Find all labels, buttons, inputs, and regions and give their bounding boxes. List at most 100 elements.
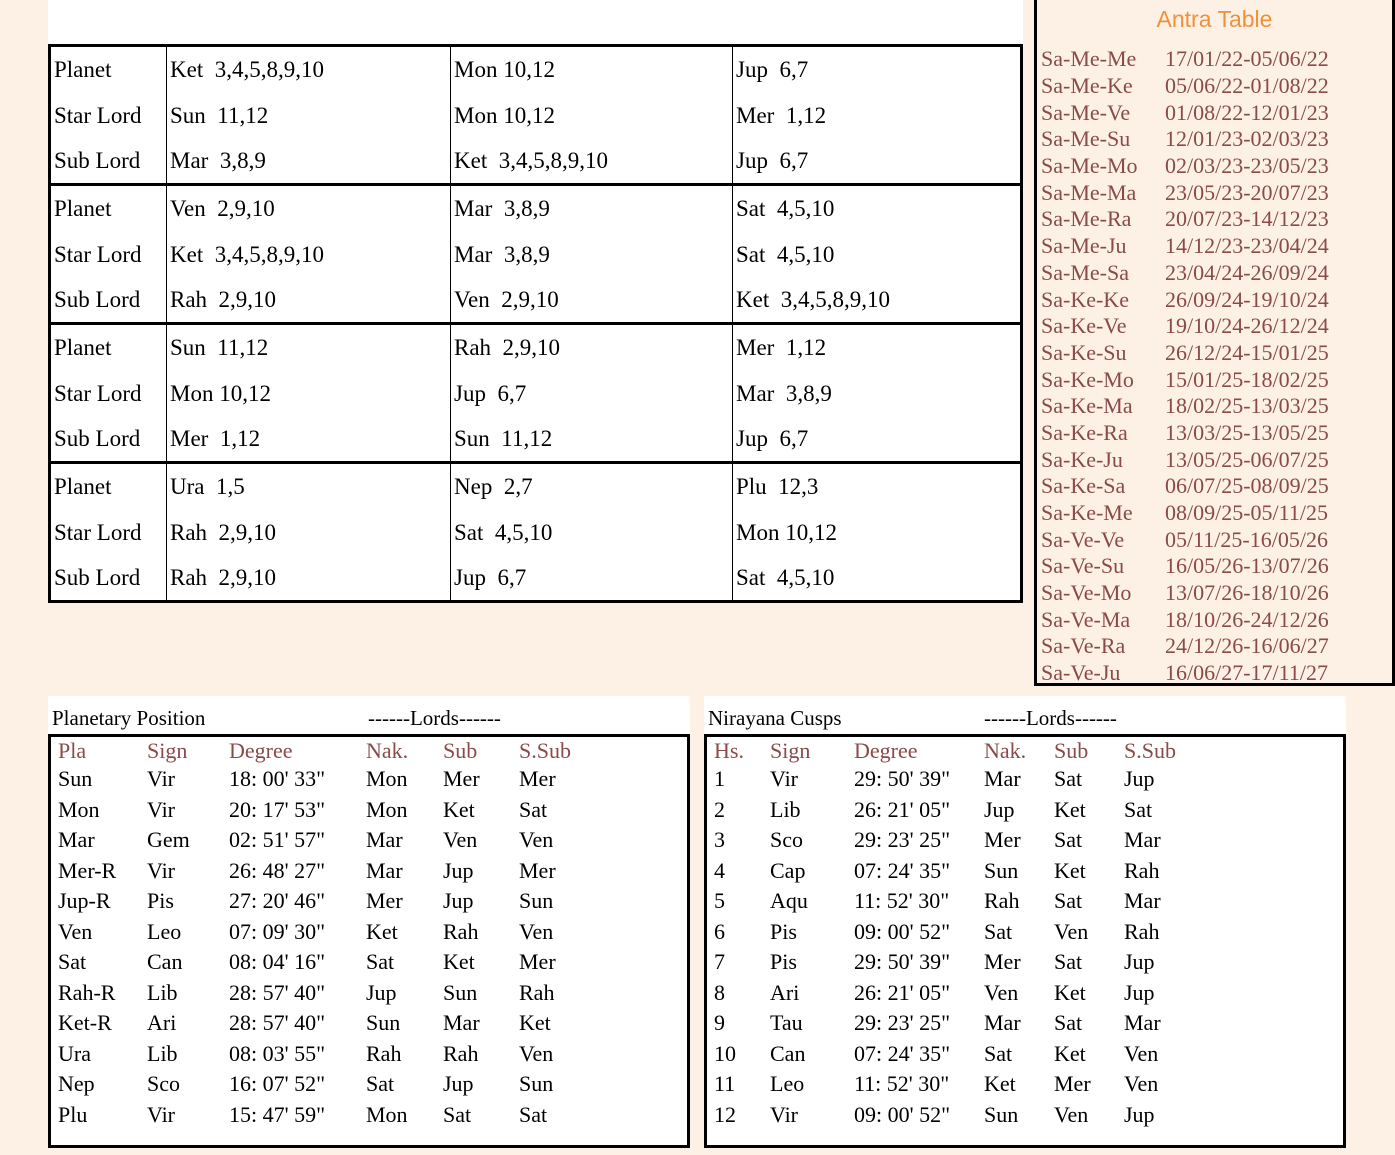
cell-sub-sub: Mer <box>519 766 556 792</box>
significator-cell: Ven 2,9,10 <box>451 278 733 322</box>
antra-period-name: Sa-Me-Ke <box>1041 73 1133 99</box>
cell-planet: Ket-R <box>58 1010 112 1036</box>
antra-period-name: Sa-Ve-Ju <box>1041 660 1121 686</box>
cell-planet: Plu <box>58 1101 88 1127</box>
cell-sign: Lib <box>770 796 801 822</box>
cell-degree: 11: 52' 30" <box>854 888 950 914</box>
cell-sign: Leo <box>770 1071 805 1097</box>
cell-sign: Aqu <box>770 888 808 914</box>
cell-degree: 29: 50' 39" <box>854 766 951 792</box>
table-row: 2 Lib 26: 21' 05" Jup Ket Sat <box>714 795 1343 826</box>
table-row: 5 Aqu 11: 52' 30" Rah Sat Mar <box>714 886 1343 917</box>
cell-sub: Ven <box>443 827 478 853</box>
significator-cell: Sat 4,5,10 <box>736 242 835 267</box>
significator-cell: Mar 3,8,9 <box>451 232 733 278</box>
significator-cell: Nep 2,7 <box>451 464 733 510</box>
significator-block: Planet Ura 1,5 Nep 2,7 Plu 12,3 Star Lord Rah… <box>51 461 1020 600</box>
table-row: Rah-R Lib 28: 57' 40" Jup Sun Rah <box>58 978 687 1009</box>
cell-nakshatra: Mon <box>366 796 408 822</box>
cell-sign: Ari <box>147 1010 177 1036</box>
cell-sub-sub: Mar <box>1124 888 1161 914</box>
significator-row-label: Star Lord <box>51 93 167 139</box>
cell-sub-sub: Mer <box>519 949 556 975</box>
table-row: Sun Vir 18: 00' 33" Mon Mer Mer <box>58 764 687 795</box>
antra-row: Sa-Ke-Ma 18/02/25-13/03/25 <box>1037 393 1392 420</box>
significator-cell: Jup 6,7 <box>451 556 733 600</box>
significator-cell: Sun 11,12 <box>167 93 451 139</box>
antra-period-name: Sa-Me-Mo <box>1041 153 1138 179</box>
cell-degree: 08: 04' 16" <box>229 949 326 975</box>
cell-house: 6 <box>714 918 725 944</box>
cell-degree: 29: 23' 25" <box>854 827 951 853</box>
column-header-sign: Sign <box>770 737 811 763</box>
cell-degree: 29: 50' 39" <box>854 949 951 975</box>
antra-row: Sa-Ve-Ra 24/12/26-16/06/27 <box>1037 633 1392 660</box>
cell-degree: 29: 23' 25" <box>854 1010 951 1036</box>
antra-period-name: Sa-Me-Su <box>1041 126 1131 152</box>
cell-planet: Mer-R <box>58 857 117 883</box>
significator-row: Sub Lord Rah 2,9,10 Jup 6,7 Sat 4,5,10 <box>51 556 1020 600</box>
significator-cell: Mer 1,12 <box>736 103 827 128</box>
antra-row: Sa-Ve-Su 16/05/26-13/07/26 <box>1037 553 1392 580</box>
significator-cell: Ket 3,4,5,8,9,10 <box>451 139 733 183</box>
cell-sub: Rah <box>443 918 479 944</box>
cell-planet: Sun <box>58 766 93 792</box>
antra-period-name: Sa-Ve-Mo <box>1041 580 1132 606</box>
cell-sub: Mer <box>1054 1071 1091 1097</box>
cell-sign: Pis <box>770 949 797 975</box>
cell-nakshatra: Mar <box>984 1010 1021 1036</box>
table-row: 6 Pis 09: 00' 52" Sat Ven Rah <box>714 917 1343 948</box>
cell-sub: Ket <box>1054 979 1086 1005</box>
significator-row: Planet Sun 11,12 Rah 2,9,10 Mer 1,12 <box>51 325 1020 371</box>
column-header-sub: Sub <box>443 737 478 763</box>
significator-row-label: Star Lord <box>51 510 167 556</box>
significator-table: Planet Ket 3,4,5,8,9,10 Mon 10,12 Jup 6,7 St… <box>48 44 1023 603</box>
cell-sub: Ket <box>1054 857 1086 883</box>
cell-sign: Cap <box>770 857 806 883</box>
column-header-house: Hs. <box>714 737 744 763</box>
cell-sub: Ven <box>1054 918 1089 944</box>
antra-date-range: 01/08/22-12/01/23 <box>1165 99 1329 125</box>
significator-block: Planet Ket 3,4,5,8,9,10 Mon 10,12 Jup 6,7 St… <box>51 47 1020 183</box>
significator-row-label: Planet <box>51 47 167 93</box>
cell-sign: Gem <box>147 827 190 853</box>
planetary-position-table: Pla Sign Degree Nak. Sub S.Sub Sun Vir 18: 00' 3… <box>48 734 690 1148</box>
cell-planet: Ven <box>58 918 93 944</box>
cell-sub: Sat <box>443 1101 472 1127</box>
cell-nakshatra: Sat <box>984 1040 1013 1066</box>
cell-degree: 09: 00' 52" <box>854 918 951 944</box>
cell-sub-sub: Jup <box>1124 949 1155 975</box>
nirayana-cusps-title: Nirayana Cusps <box>708 706 842 730</box>
antra-period-name: Sa-Ke-Ke <box>1041 286 1129 312</box>
antra-date-range: 15/01/25-18/02/25 <box>1165 366 1329 392</box>
planetary-position-title: Planetary Position <box>52 706 206 730</box>
cell-nakshatra: Jup <box>984 796 1015 822</box>
significator-cell: Ket 3,4,5,8,9,10 <box>736 287 890 312</box>
cell-sub-sub: Ven <box>1124 1040 1159 1066</box>
cell-sub-sub: Mer <box>519 857 556 883</box>
cell-sign: Vir <box>147 796 176 822</box>
table-row: 3 Sco 29: 23' 25" Mer Sat Mar <box>714 825 1343 856</box>
significator-row-label: Sub Lord <box>51 139 167 183</box>
antra-row: Sa-Me-Sa 23/04/24-26/09/24 <box>1037 260 1392 287</box>
significator-row-label: Sub Lord <box>51 417 167 461</box>
cell-nakshatra: Rah <box>984 888 1020 914</box>
cell-sign: Can <box>770 1040 806 1066</box>
significator-block: Planet Ven 2,9,10 Mar 3,8,9 Sat 4,5,10 Star … <box>51 183 1020 322</box>
significator-cell: Mer 1,12 <box>167 417 451 461</box>
cell-degree: 09: 00' 52" <box>854 1101 951 1127</box>
significator-row: Planet Ven 2,9,10 Mar 3,8,9 Sat 4,5,10 <box>51 186 1020 232</box>
table-row: 11 Leo 11: 52' 30" Ket Mer Ven <box>714 1069 1343 1100</box>
cell-sub: Mar <box>443 1010 480 1036</box>
cell-nakshatra: Rah <box>366 1040 402 1066</box>
significator-cell: Mar 3,8,9 <box>451 186 733 232</box>
cell-house: 7 <box>714 949 725 975</box>
antra-date-range: 23/05/23-20/07/23 <box>1165 179 1329 205</box>
column-header-degree: Degree <box>854 737 918 763</box>
cell-sub: Sat <box>1054 827 1083 853</box>
cell-nakshatra: Mon <box>366 766 408 792</box>
cell-nakshatra: Sat <box>366 949 395 975</box>
cell-sub-sub: Sun <box>519 888 554 914</box>
significator-row: Star Lord Mon 10,12 Jup 6,7 Mar 3,8,9 <box>51 371 1020 417</box>
antra-date-range: 08/09/25-05/11/25 <box>1165 500 1328 526</box>
